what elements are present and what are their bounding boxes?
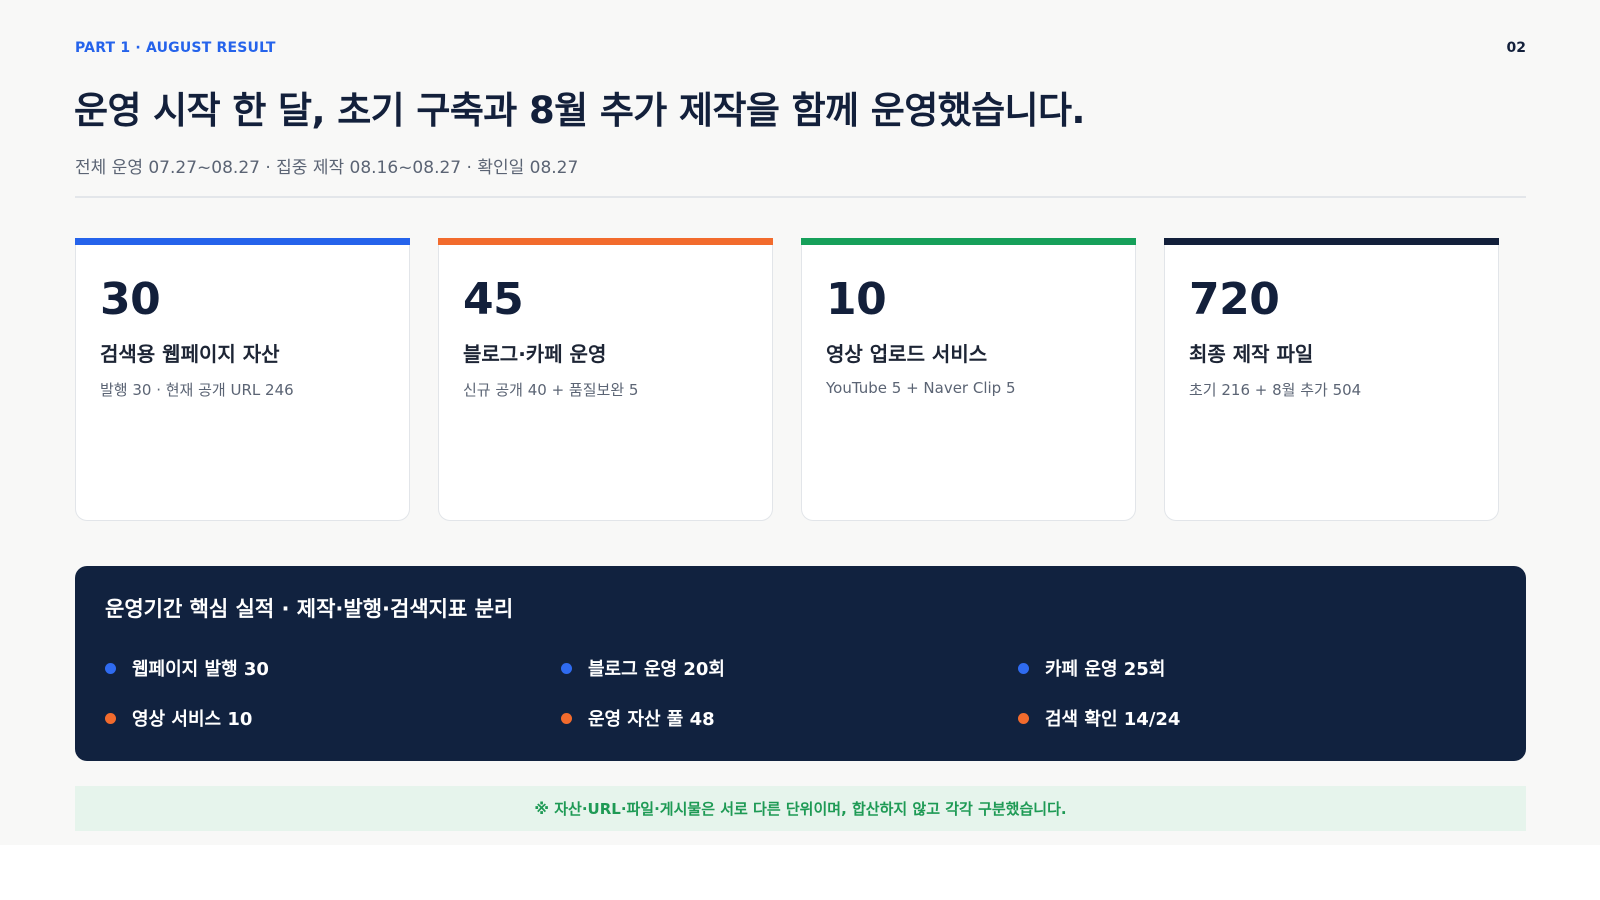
page-subtitle: 전체 운영 07.27~08.27 · 집중 제작 08.16~08.27 · … [75,158,579,178]
metric-item: 블로그 운영 20회 [561,655,725,681]
kpi-value: 10 [826,274,887,325]
panel-title: 운영기간 핵심 실적 · 제작·발행·검색지표 분리 [105,597,514,621]
bullet-dot-icon [105,712,116,724]
kpi-value: 30 [100,274,161,325]
metric-text: 영상 서비스 10 [132,709,253,730]
kpi-card-blog-cafe: 45 블로그·카페 운영 신규 공개 40 + 품질보완 5 [438,238,773,521]
page-title: 운영 시작 한 달, 초기 구축과 8월 추가 제작을 함께 운영했습니다. [74,89,1085,132]
kpi-label: 영상 업로드 서비스 [826,342,988,366]
kpi-detail: YouTube 5 + Naver Clip 5 [826,379,1016,397]
kpi-detail: 발행 30 · 현재 공개 URL 246 [100,381,294,399]
kpi-label: 블로그·카페 운영 [463,342,607,366]
footnote-text: ※ 자산·URL·파일·게시물은 서로 다른 단위이며, 합산하지 않고 각각 … [534,800,1067,818]
kpi-value: 45 [463,274,524,325]
header-divider [75,196,1526,198]
metric-text: 블로그 운영 20회 [588,659,725,680]
kpi-detail: 초기 216 + 8월 추가 504 [1189,381,1362,399]
card-accent-bar [75,238,410,245]
kpi-card-final-files: 720 최종 제작 파일 초기 216 + 8월 추가 504 [1164,238,1499,521]
metric-text: 카페 운영 25회 [1045,659,1166,680]
bullet-dot-icon [105,662,116,674]
bullet-dot-icon [561,712,572,724]
kpi-label: 최종 제작 파일 [1189,342,1314,366]
metric-item: 영상 서비스 10 [105,705,252,731]
metric-text: 웹페이지 발행 30 [132,659,269,680]
section-kicker: PART 1 · AUGUST RESULT [75,40,276,56]
kpi-value: 720 [1189,274,1280,325]
bullet-dot-icon [1018,712,1029,724]
page-number: 02 [1506,40,1526,56]
card-accent-bar [1164,238,1499,245]
kpi-card-video-upload: 10 영상 업로드 서비스 YouTube 5 + Naver Clip 5 [801,238,1136,521]
metric-item: 카페 운영 25회 [1018,655,1165,681]
metric-text: 운영 자산 풀 48 [588,709,715,730]
kpi-card-webpage-assets: 30 검색용 웹페이지 자산 발행 30 · 현재 공개 URL 246 [75,238,410,521]
bullet-dot-icon [561,662,572,674]
key-results-panel: 운영기간 핵심 실적 · 제작·발행·검색지표 분리 웹페이지 발행 30 블로… [75,566,1526,761]
kpi-detail: 신규 공개 40 + 품질보완 5 [463,381,639,399]
metric-item: 운영 자산 풀 48 [561,705,715,731]
metric-item: 검색 확인 14/24 [1018,705,1180,731]
metric-item: 웹페이지 발행 30 [105,655,269,681]
card-accent-bar [438,238,773,245]
footnote-banner: ※ 자산·URL·파일·게시물은 서로 다른 단위이며, 합산하지 않고 각각 … [75,786,1526,831]
kpi-label: 검색용 웹페이지 자산 [100,342,280,366]
bullet-dot-icon [1018,662,1029,674]
card-accent-bar [801,238,1136,245]
metric-text: 검색 확인 14/24 [1045,709,1181,730]
slide: PART 1 · AUGUST RESULT 02 운영 시작 한 달, 초기 … [0,0,1600,845]
